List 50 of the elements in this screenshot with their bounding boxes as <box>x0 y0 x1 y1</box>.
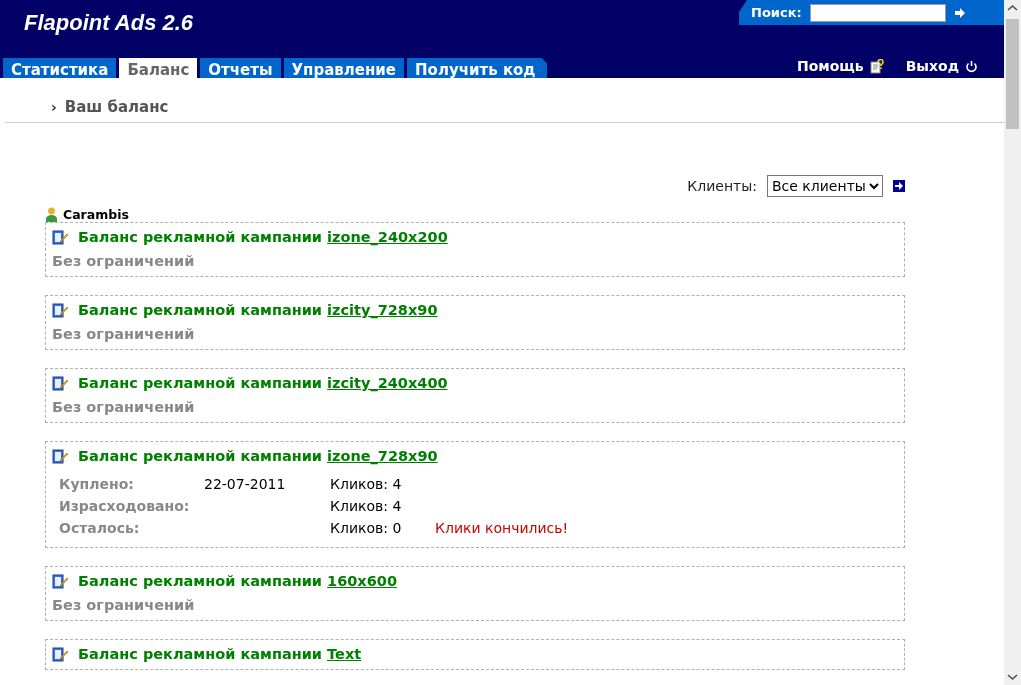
balance-label: Осталось: <box>59 520 141 536</box>
edit-document-icon <box>52 448 68 464</box>
nav-tab[interactable]: Управление <box>283 58 405 78</box>
scrollbar-thumb[interactable] <box>1006 19 1019 129</box>
campaign-status: Без ограничений <box>52 399 196 415</box>
note-question-icon <box>869 58 884 74</box>
help-link[interactable]: Помощь <box>796 58 884 74</box>
nav-tab[interactable]: Отчеты <box>200 58 281 78</box>
balance-label: Израсходовано: <box>59 498 191 514</box>
edit-document-icon <box>52 573 68 589</box>
power-icon <box>965 59 978 73</box>
clicks-count: Кликов: 4 <box>330 498 403 514</box>
campaign-status: Без ограничений <box>52 326 196 342</box>
campaign-title: Баланс рекламной кампании 160x600 <box>78 573 397 589</box>
arrow-right-icon[interactable] <box>893 180 905 192</box>
user-icon <box>45 207 58 222</box>
clicks-count: Кликов: 4 <box>330 476 403 492</box>
campaign-title: Баланс рекламной кампании Text <box>78 646 362 662</box>
search-field[interactable] <box>809 3 946 22</box>
breadcrumb-marker: › <box>51 99 57 115</box>
logout-link[interactable]: Выход <box>905 58 978 74</box>
edit-document-icon <box>52 302 68 318</box>
nav-tab[interactable]: Статистика <box>3 58 117 78</box>
campaign-link[interactable]: 160x600 <box>327 573 397 589</box>
balance-label: Куплено: <box>59 476 135 492</box>
campaign-title: Баланс рекламной кампании izcity_728x90 <box>78 302 438 318</box>
campaign-link[interactable]: izone_728x90 <box>327 448 438 464</box>
campaign-link[interactable]: Text <box>327 646 362 662</box>
warning-text: Клики кончились! <box>435 520 570 536</box>
search-label: Поиск: <box>751 5 802 20</box>
clicks-count: Кликов: 0 <box>330 520 403 536</box>
nav-tab[interactable]: Получить код <box>407 58 548 78</box>
edit-document-icon <box>52 646 68 662</box>
app-title: Flapoint Ads 2.6 <box>24 10 194 37</box>
campaign-status: Без ограничений <box>52 597 196 613</box>
campaign-link[interactable]: izcity_728x90 <box>327 302 438 318</box>
page-title: Ваш баланс <box>64 98 169 116</box>
campaign-title: Баланс рекламной кампании izone_240x200 <box>78 229 448 245</box>
campaign-status: Без ограничений <box>52 253 196 269</box>
clients-dropdown[interactable]: Все клиенты <box>767 175 883 197</box>
campaign-title: Баланс рекламной кампании izone_728x90 <box>78 448 438 464</box>
purchase-date: 22-07-2011 <box>204 476 287 492</box>
campaign-link[interactable]: izone_240x200 <box>327 229 448 245</box>
edit-document-icon <box>52 229 68 245</box>
client-name: Carambis <box>63 207 129 222</box>
nav-tab[interactable]: Баланс <box>119 58 198 78</box>
campaign-title: Баланс рекламной кампании izcity_240x400 <box>78 375 448 391</box>
edit-document-icon <box>52 375 68 391</box>
clients-label: Клиенты: <box>687 178 757 194</box>
campaign-link[interactable]: izcity_240x400 <box>327 375 448 391</box>
